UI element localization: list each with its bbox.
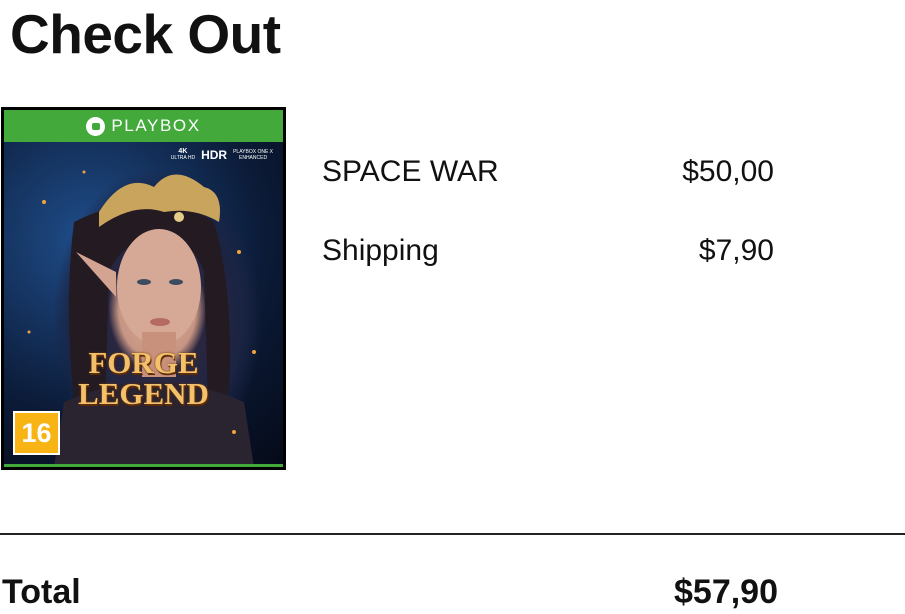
cover-bottom-stripe: [4, 464, 283, 467]
divider: [0, 533, 905, 535]
line-item-label: Shipping: [322, 234, 439, 267]
game-title-logo: FORGE LEGEND: [78, 345, 209, 411]
hdr-badge: HDR: [201, 148, 228, 162]
total-amount: $57,90: [674, 572, 778, 611]
4k-badge: 4K ULTRA HD: [170, 148, 196, 161]
age-rating-badge: 16: [13, 411, 60, 455]
order-line-item: SPACE WAR $50,00: [322, 152, 774, 192]
total-label: Total: [2, 572, 81, 611]
page-title: Check Out: [10, 3, 281, 65]
order-total-row: Total $57,90: [2, 572, 778, 612]
shipping-line-item: Shipping $7,90: [322, 231, 774, 271]
line-item-price: $7,90: [698, 234, 774, 267]
brand-logo-icon: [86, 116, 106, 136]
format-badges: 4K ULTRA HD HDR PLAYBOX ONE X ENHANCED: [171, 148, 273, 162]
brand-banner: PLAYBOX: [4, 110, 283, 142]
brand-name: PLAYBOX: [111, 116, 201, 135]
line-item-price: $50,00: [682, 155, 774, 188]
enhanced-badge: PLAYBOX ONE X ENHANCED: [233, 149, 273, 161]
line-item-label: SPACE WAR: [322, 155, 499, 188]
product-cover-image: PLAYBOX 4K ULTRA HD HDR PLAYBOX ONE X EN…: [1, 107, 286, 470]
